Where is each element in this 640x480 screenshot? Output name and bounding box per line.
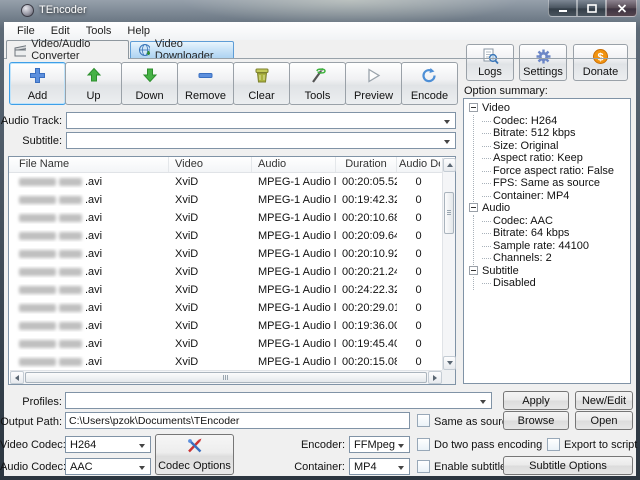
window-title: TEncoder [39,4,87,16]
film-icon [14,44,26,57]
menu-help[interactable]: Help [119,23,158,39]
close-icon [617,4,627,13]
app-icon[interactable] [21,4,34,17]
tab-page [4,58,636,476]
window-controls [548,0,637,17]
globe-download-icon [138,43,150,58]
title-bar: TEncoder [0,0,640,22]
maximize-icon [587,4,597,13]
menu-tools[interactable]: Tools [78,23,120,39]
minimize-icon [558,4,568,13]
tab-label: Video/Audio Converter [31,38,121,62]
tab-video-audio-converter[interactable]: Video/Audio Converter [6,40,129,59]
tab-video-downloader[interactable]: Video Downloader [130,41,234,59]
maximize-button[interactable] [577,0,606,17]
menu-file[interactable]: File [9,23,43,39]
menu-edit[interactable]: Edit [43,23,78,39]
minimize-button[interactable] [548,0,577,17]
app-window: TEncoder File Edit Tools Help Video/Audi… [0,0,640,480]
close-button[interactable] [606,0,637,17]
